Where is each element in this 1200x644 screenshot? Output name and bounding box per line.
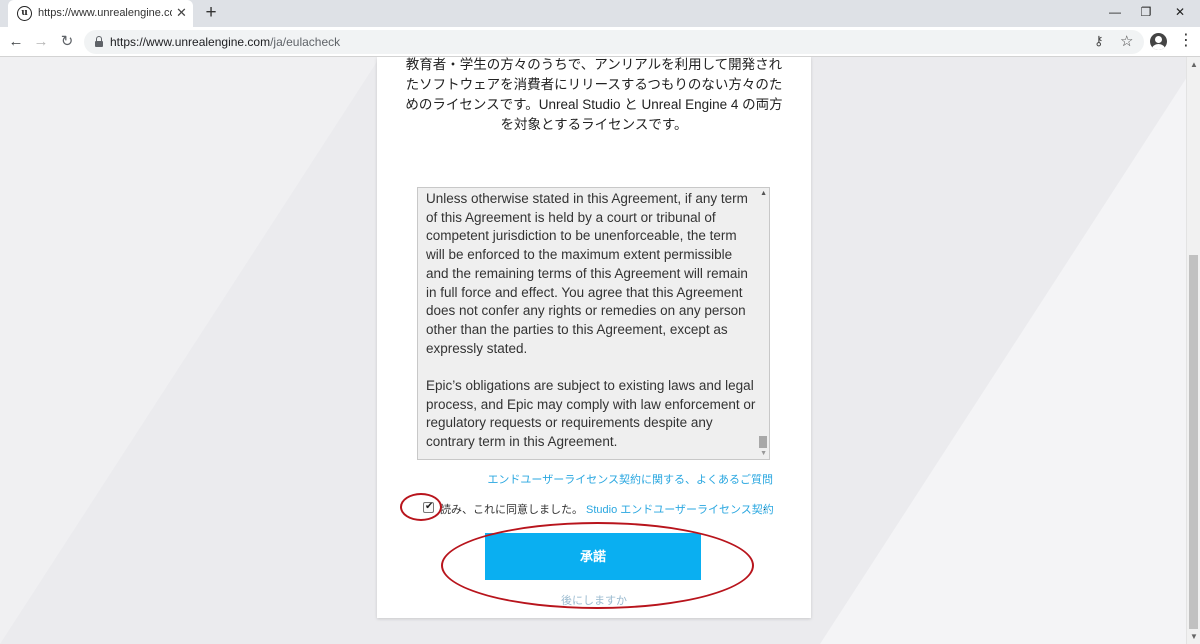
license-description: アーキテクチャ・自動車・製造・デザイン ビジュアライゼーション・リニア エンター…: [405, 57, 783, 132]
scroll-up-icon[interactable]: ▲: [760, 190, 767, 197]
address-bar[interactable]: https://www.unrealengine.com/ja/eulachec…: [84, 30, 1144, 54]
page-viewport: アーキテクチャ・自動車・製造・デザイン ビジュアライゼーション・リニア エンター…: [0, 57, 1200, 644]
agree-period: .: [763, 501, 767, 513]
page-scrollbar[interactable]: ▲ ▼: [1186, 57, 1200, 644]
eula-textarea[interactable]: Unless otherwise stated in this Agreemen…: [417, 187, 770, 460]
lock-icon[interactable]: [95, 36, 103, 48]
page-scroll-thumb[interactable]: [1189, 255, 1198, 629]
eula-text: Unless otherwise stated in this Agreemen…: [426, 191, 756, 450]
intro-clip: アーキテクチャ・自動車・製造・デザイン ビジュアライゼーション・リニア エンター…: [377, 57, 811, 163]
scroll-down-icon[interactable]: ▼: [760, 450, 767, 457]
page-scroll-down-icon[interactable]: ▼: [1190, 632, 1198, 641]
tab-title: https://www.unrealengine.com/ja: [38, 7, 172, 19]
back-arrow-icon[interactable]: ←: [5, 31, 27, 53]
new-tab-button[interactable]: +: [201, 3, 221, 23]
tab-close-icon[interactable]: ✕: [176, 5, 187, 21]
page-scroll-up-icon[interactable]: ▲: [1190, 60, 1198, 69]
forward-arrow-icon[interactable]: →: [30, 31, 52, 53]
agree-checkbox[interactable]: ✔: [423, 501, 434, 513]
menu-icon[interactable]: ⋮: [1178, 32, 1194, 50]
eula-card: アーキテクチャ・自動車・製造・デザイン ビジュアライゼーション・リニア エンター…: [377, 57, 811, 618]
background-shape: [0, 57, 380, 644]
agree-label: 読み、これに同意しました。: [440, 504, 583, 516]
url-path: /ja/eulacheck: [270, 35, 341, 49]
eula-faq-link[interactable]: エンドユーザーライセンス契約に関する、よくあるご質問: [487, 471, 773, 487]
studio-eula-link[interactable]: Studio エンドユーザーライセンス契約: [586, 501, 774, 517]
accept-button[interactable]: 承諾: [485, 533, 701, 580]
account-icon[interactable]: [1150, 33, 1167, 50]
background-shape: [820, 57, 1200, 644]
window-close-button[interactable]: ✕: [1160, 0, 1200, 24]
star-icon[interactable]: ☆: [1120, 32, 1133, 50]
reload-icon[interactable]: ↻: [56, 31, 78, 53]
later-link[interactable]: 後にしますか: [377, 592, 811, 608]
url-host: https://www.unrealengine.com: [110, 35, 271, 49]
key-icon[interactable]: ⚷: [1094, 33, 1104, 49]
unreal-favicon-icon: u: [17, 6, 32, 21]
eula-scroll-thumb[interactable]: [759, 436, 767, 448]
eula-scrollbar[interactable]: ▲ ▼: [757, 188, 769, 459]
tab-strip: u https://www.unrealengine.com/ja ✕ + — …: [0, 0, 1200, 27]
browser-toolbar: ← → ↻ https://www.unrealengine.com/ja/eu…: [0, 27, 1200, 57]
url-text[interactable]: https://www.unrealengine.com/ja/eulachec…: [110, 35, 340, 49]
browser-tab[interactable]: u https://www.unrealengine.com/ja ✕: [8, 0, 193, 27]
check-mark-icon: ✔: [425, 501, 434, 512]
